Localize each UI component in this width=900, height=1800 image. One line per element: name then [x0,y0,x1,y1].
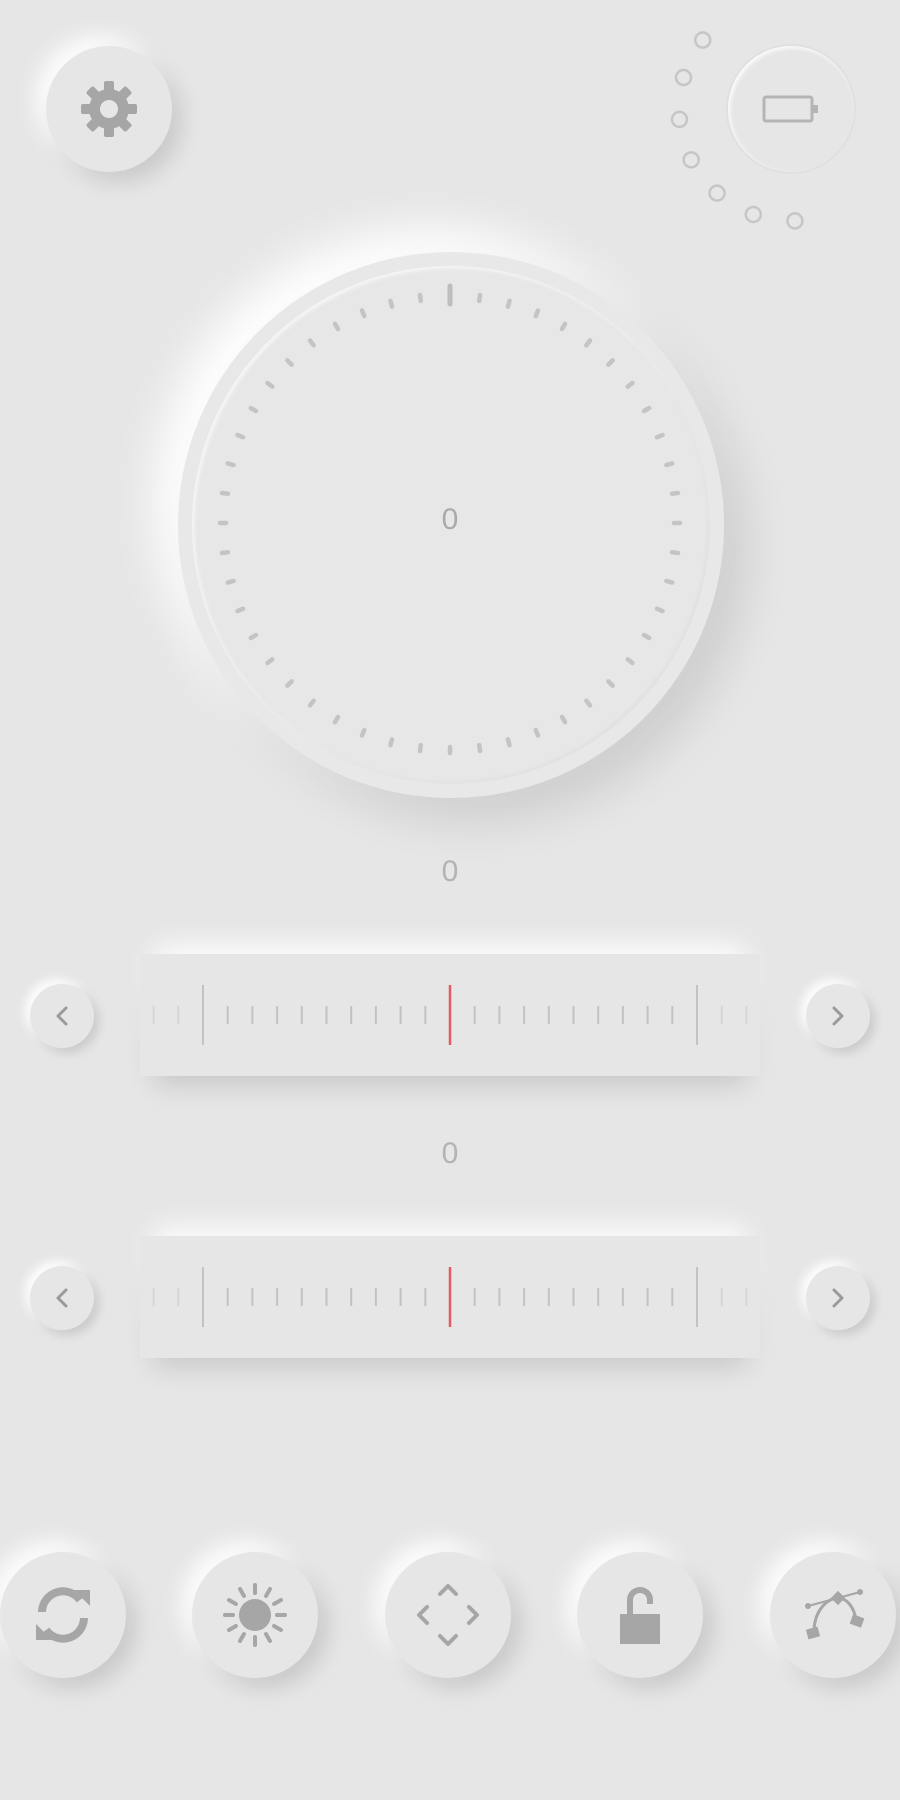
slider-2-prev-button[interactable] [30,1266,94,1330]
dial-tick [584,338,593,348]
slider-1-next-button[interactable] [806,984,870,1048]
move-arrows-icon [417,1584,479,1646]
dial-tick [533,727,541,738]
slider-1-prev-button[interactable] [30,984,94,1048]
dial-tick [476,742,483,754]
dial-tick [307,338,316,348]
dial-tick [219,549,231,556]
slider-1-track[interactable] [140,954,760,1076]
brightness-button[interactable] [192,1552,318,1678]
chevron-right-icon [832,1288,844,1308]
slider-2-ruler [152,1267,748,1327]
dial-tick [388,737,395,748]
dial-tick [606,679,615,688]
dial-tick [641,632,652,641]
dial-tick [664,578,675,585]
app-root: 0 0 0 [0,0,900,1800]
dial-tick [285,679,294,688]
dial-tick [235,432,246,440]
dial-tick [559,321,568,332]
dial-tick [654,432,665,440]
dial-tick [285,358,294,367]
dial-tick [388,298,395,309]
dial-tick [219,490,231,497]
dial-tick [654,606,665,614]
dial-tick [359,727,367,738]
dial-tick [584,698,593,708]
sync-button[interactable] [0,1552,126,1678]
unlock-icon [620,1587,660,1644]
bezier-button[interactable] [770,1552,896,1678]
dial-tick [669,490,681,497]
dial-tick [265,380,275,389]
move-button[interactable] [385,1552,511,1678]
slider-1-ruler [152,985,748,1045]
dial-ticks [217,283,683,756]
chevron-right-icon [832,1006,844,1026]
dial-tick [225,578,236,585]
dial-tick [417,742,424,754]
dial-tick [332,714,341,725]
dial-tick [625,380,635,389]
dial-tick [248,405,259,414]
slider-2-track[interactable] [140,1236,760,1358]
brightness-icon [223,1583,287,1647]
dial-tick [235,606,246,614]
dial-tick [248,632,259,641]
dial-tick [476,292,483,304]
slider-1-value: 0 [441,855,459,888]
dial-tick [332,321,341,332]
dial-tick [265,657,275,666]
dial-tick [669,549,681,556]
unlock-button[interactable] [577,1552,703,1678]
slider-2-next-button[interactable] [806,1266,870,1330]
dial-value: 0 [441,503,459,536]
dial-tick [606,358,615,367]
dial-tick [664,461,675,468]
dial-tick [417,292,424,304]
dial-tick [225,461,236,468]
slider-2-value: 0 [441,1137,459,1170]
dial-tick [625,657,635,666]
dial-tick [641,405,652,414]
dial-tick [505,298,512,309]
dial-tick [359,308,367,319]
sync-icon [36,1587,90,1643]
dial-tick [307,698,316,708]
dial-tick [559,714,568,725]
bezier-curve-icon [805,1589,865,1640]
chevron-left-icon [56,1288,68,1308]
dial-tick [505,737,512,748]
dial-tick [533,308,541,319]
chevron-left-icon [56,1006,68,1026]
